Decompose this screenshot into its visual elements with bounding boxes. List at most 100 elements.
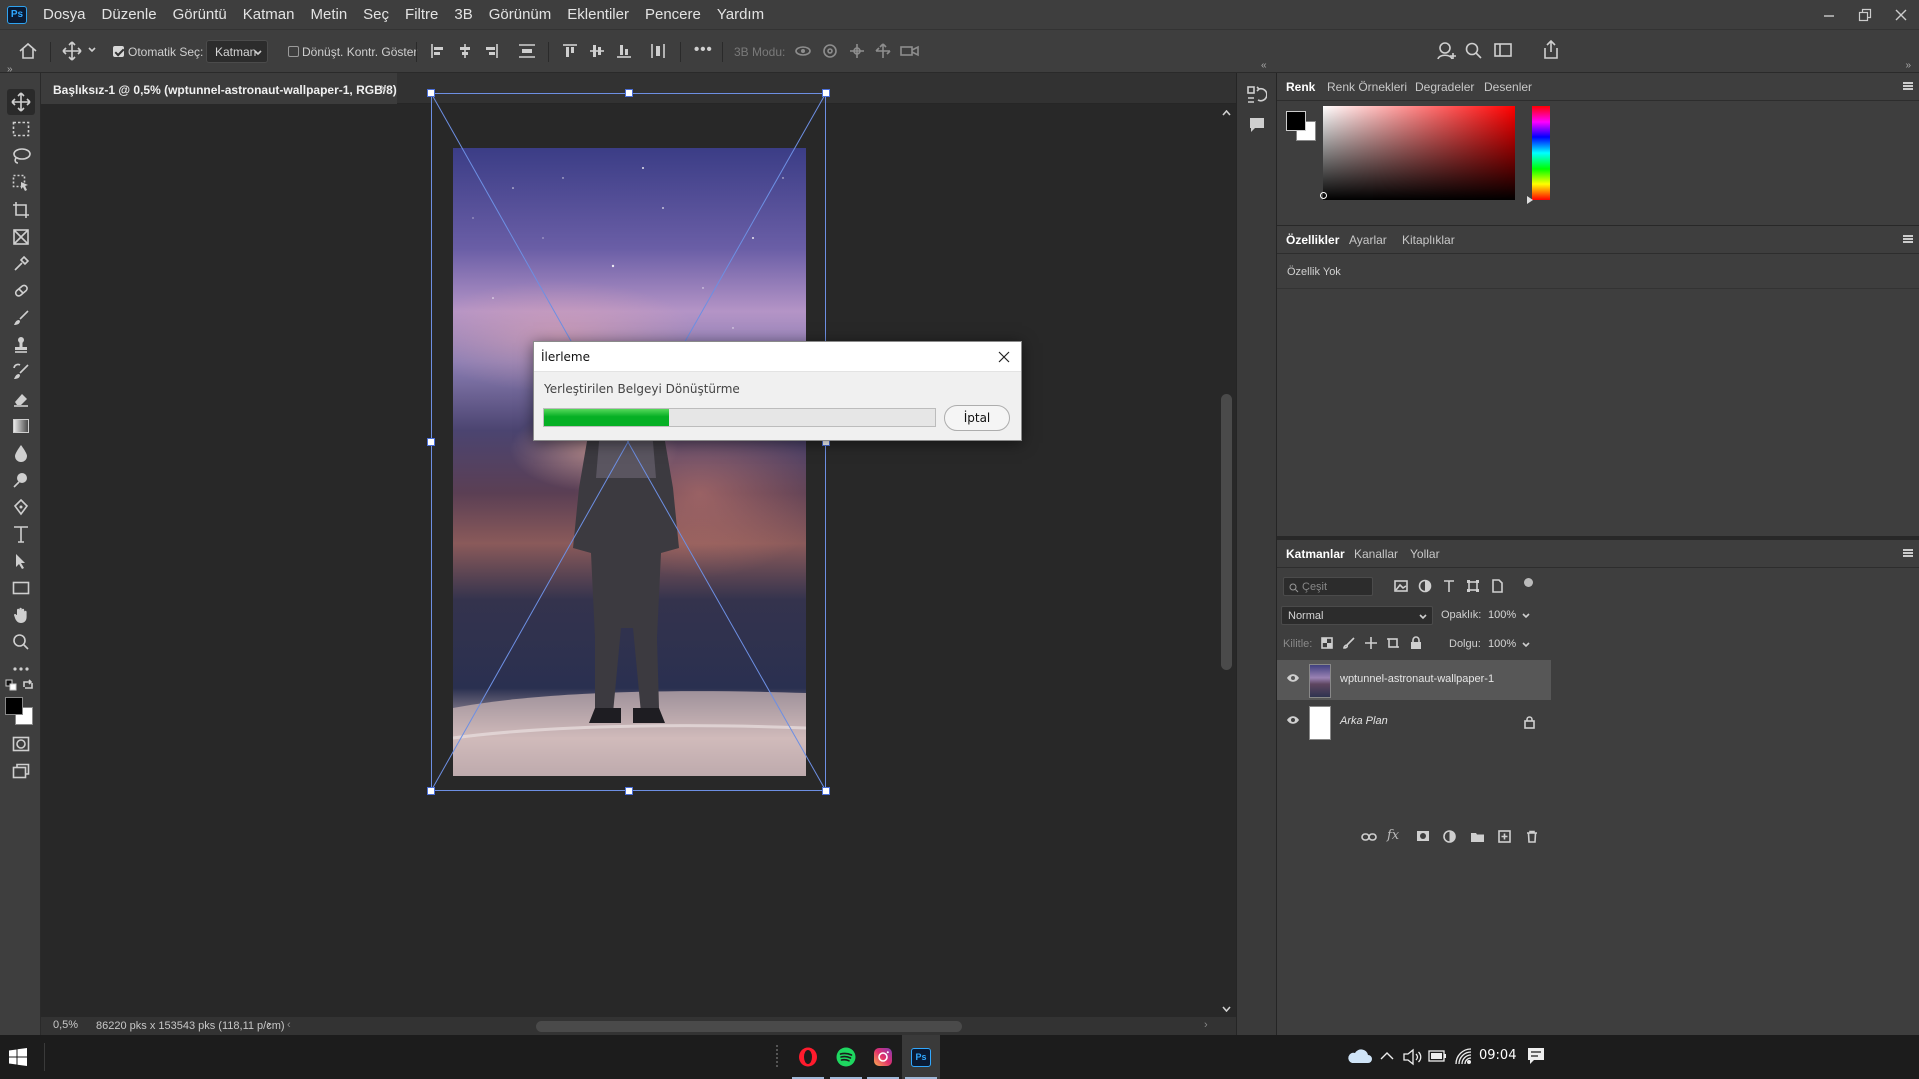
- taskbar-opera[interactable]: [789, 1035, 827, 1079]
- healing-brush-tool-icon[interactable]: [7, 278, 35, 304]
- auto-select-target-dropdown[interactable]: Katman: [206, 40, 268, 63]
- chevron-down-icon[interactable]: [88, 47, 96, 53]
- zoom-level[interactable]: 0,5%: [53, 1019, 78, 1031]
- tab-patterns[interactable]: Desenler: [1484, 80, 1532, 94]
- windows-start-icon[interactable]: [9, 1048, 27, 1066]
- align-top-icon[interactable]: [562, 43, 578, 59]
- tab-libraries[interactable]: Kitaplıklar: [1402, 233, 1455, 247]
- menu-image[interactable]: Görüntü: [173, 0, 227, 29]
- color-spectrum-field[interactable]: [1320, 106, 1515, 200]
- default-colors-icon[interactable]: [5, 679, 17, 691]
- export-share-icon[interactable]: [1542, 40, 1560, 60]
- type-tool-icon[interactable]: [7, 521, 35, 547]
- lasso-tool-icon[interactable]: [7, 143, 35, 169]
- menu-view[interactable]: Görünüm: [489, 0, 552, 29]
- search-icon[interactable]: [1465, 42, 1483, 60]
- 3d-camera-icon[interactable]: [900, 43, 920, 59]
- history-brush-tool-icon[interactable]: [7, 359, 35, 385]
- fx-icon[interactable]: fx: [1387, 828, 1399, 843]
- foreground-color-swatch[interactable]: [1286, 111, 1306, 131]
- tab-color[interactable]: Renk: [1286, 80, 1315, 94]
- new-group-icon[interactable]: [1470, 831, 1485, 843]
- restore-button[interactable]: [1847, 0, 1883, 29]
- align-middle-icon[interactable]: [589, 43, 605, 59]
- menu-layer[interactable]: Katman: [243, 0, 295, 29]
- rectangle-tool-icon[interactable]: [7, 575, 35, 601]
- collapse-icon[interactable]: «: [1261, 60, 1267, 71]
- more-options-button[interactable]: •••: [694, 41, 713, 58]
- wifi-icon[interactable]: [1454, 1047, 1472, 1065]
- menu-type[interactable]: Metin: [310, 0, 347, 29]
- color-picker-cursor[interactable]: [1320, 192, 1327, 199]
- menu-filter[interactable]: Filtre: [405, 0, 438, 29]
- lock-image-icon[interactable]: [1343, 637, 1355, 649]
- filter-adjustment-icon[interactable]: [1418, 579, 1432, 593]
- filter-shape-icon[interactable]: [1466, 579, 1480, 593]
- gradient-tool-icon[interactable]: [7, 413, 35, 439]
- stamp-tool-icon[interactable]: [7, 332, 35, 358]
- layer-name[interactable]: wptunnel-astronaut-wallpaper-1: [1340, 673, 1494, 685]
- show-transform-checkbox[interactable]: [288, 46, 299, 57]
- close-window-button[interactable]: [1883, 0, 1919, 29]
- marquee-tool-icon[interactable]: [7, 116, 35, 142]
- eye-icon[interactable]: [1286, 673, 1300, 683]
- taskbar-instagram[interactable]: [864, 1035, 902, 1079]
- eye-icon[interactable]: [1286, 715, 1300, 725]
- filter-toggle-icon[interactable]: [1524, 578, 1533, 587]
- tab-channels[interactable]: Kanallar: [1354, 547, 1398, 561]
- transform-handle-bottom[interactable]: [625, 787, 633, 795]
- frame-tool-icon[interactable]: [7, 224, 35, 250]
- quick-mask-icon[interactable]: [7, 731, 35, 757]
- tab-layers[interactable]: Katmanlar: [1286, 547, 1345, 561]
- delete-layer-icon[interactable]: [1526, 830, 1538, 843]
- layer-row[interactable]: Arka Plan: [1277, 702, 1551, 742]
- minimize-button[interactable]: [1811, 0, 1847, 29]
- hand-tool-icon[interactable]: [7, 602, 35, 628]
- taskbar-photoshop[interactable]: Ps: [902, 1035, 940, 1079]
- lock-transparent-icon[interactable]: [1321, 637, 1333, 649]
- tab-swatches[interactable]: Renk Örnekleri: [1327, 80, 1407, 94]
- transform-bounding-box[interactable]: [427, 89, 830, 795]
- cancel-button[interactable]: İptal: [944, 405, 1010, 431]
- scroll-down-icon[interactable]: [1222, 1006, 1231, 1012]
- transform-handle-bottom-left[interactable]: [427, 787, 435, 795]
- 3d-pan-icon[interactable]: [848, 43, 866, 59]
- chevron-down-icon[interactable]: [1522, 642, 1530, 648]
- blend-mode-dropdown[interactable]: Normal: [1281, 606, 1433, 625]
- history-panel-icon[interactable]: [1247, 85, 1267, 105]
- transform-handle-top-left[interactable]: [427, 89, 435, 97]
- battery-icon[interactable]: [1428, 1050, 1448, 1062]
- brush-tool-icon[interactable]: [7, 305, 35, 331]
- screen-mode-icon[interactable]: [7, 758, 35, 784]
- eyedropper-tool-icon[interactable]: [7, 251, 35, 277]
- foreground-color-swatch[interactable]: [5, 697, 23, 715]
- blur-tool-icon[interactable]: [7, 440, 35, 466]
- align-bottom-icon[interactable]: [616, 43, 632, 59]
- panel-menu-icon[interactable]: [1903, 549, 1913, 557]
- move-tool-icon[interactable]: [7, 89, 35, 115]
- menu-plugins[interactable]: Eklentiler: [567, 0, 629, 29]
- transform-handle-top-right[interactable]: [822, 89, 830, 97]
- tab-gradients[interactable]: Degradeler: [1415, 80, 1474, 94]
- vertical-scroll-thumb[interactable]: [1221, 394, 1232, 670]
- lock-artboard-icon[interactable]: [1387, 637, 1399, 649]
- lock-all-icon[interactable]: [1410, 636, 1422, 649]
- panel-menu-icon[interactable]: [1903, 235, 1913, 243]
- object-select-tool-icon[interactable]: [7, 170, 35, 196]
- distribute-vertical-icon[interactable]: [650, 43, 666, 59]
- lock-position-icon[interactable]: [1365, 637, 1377, 649]
- scroll-left-icon[interactable]: ‹: [287, 1019, 291, 1031]
- transform-handle-top[interactable]: [625, 89, 633, 97]
- opacity-field[interactable]: 100%: [1482, 606, 1520, 625]
- dodge-tool-icon[interactable]: [7, 467, 35, 493]
- tab-properties[interactable]: Özellikler: [1286, 233, 1339, 247]
- panel-menu-icon[interactable]: [1903, 82, 1913, 90]
- notifications-icon[interactable]: [1527, 1047, 1545, 1065]
- align-right-icon[interactable]: [483, 43, 499, 59]
- status-menu-arrow[interactable]: ›: [267, 1019, 271, 1031]
- align-left-icon[interactable]: [430, 43, 446, 59]
- taskbar-spotify[interactable]: [827, 1035, 865, 1079]
- vertical-scrollbar[interactable]: [1217, 104, 1236, 1017]
- dialog-close-button[interactable]: [987, 342, 1021, 372]
- chevron-down-icon[interactable]: [1522, 613, 1530, 619]
